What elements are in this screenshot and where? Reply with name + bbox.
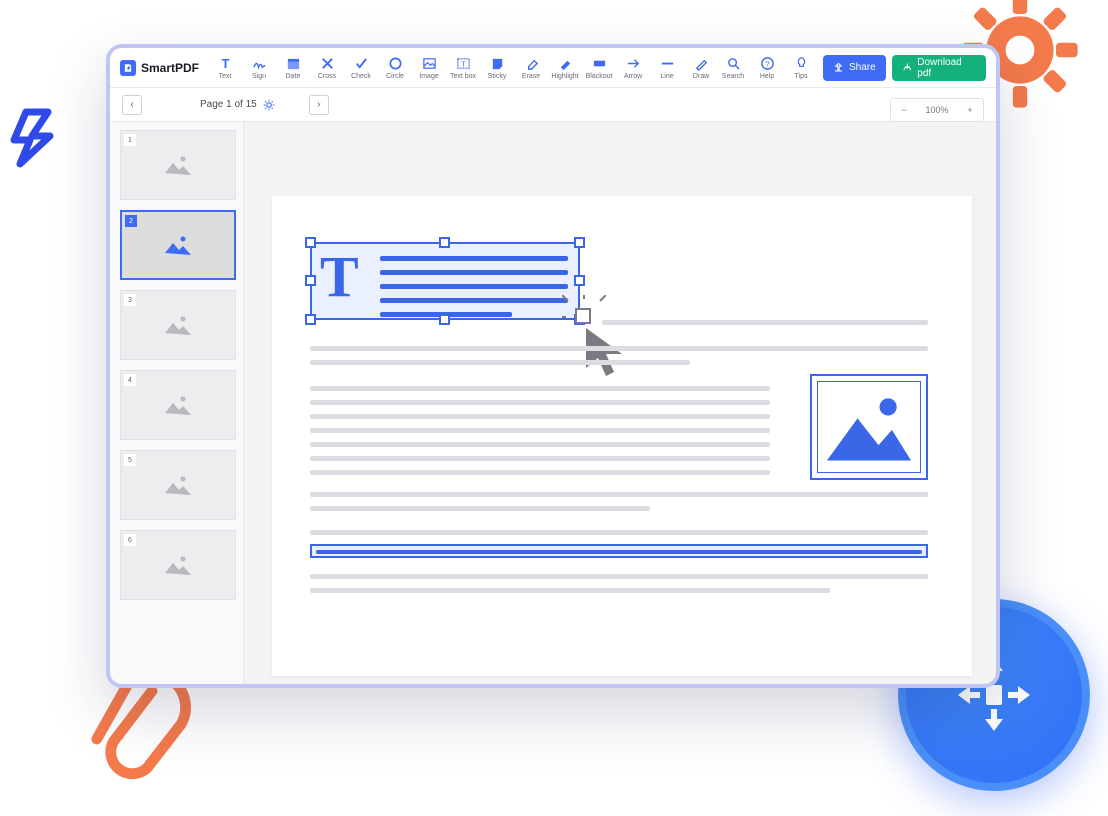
tool-image[interactable]: Image — [413, 51, 445, 85]
resize-handle[interactable] — [305, 314, 316, 325]
thumb-4[interactable]: 4 — [120, 370, 236, 440]
tool-erase[interactable]: Erase — [515, 51, 547, 85]
app-logo: SmartPDF — [120, 60, 199, 76]
tool-blackout[interactable]: Blackout — [583, 51, 615, 85]
cursor-icon — [582, 324, 634, 389]
share-button[interactable]: Share — [823, 55, 886, 81]
help-group: Search ?Help Tips — [717, 51, 817, 85]
svg-text:T: T — [461, 59, 466, 68]
tool-help[interactable]: ?Help — [751, 51, 783, 85]
logo-icon — [120, 60, 136, 76]
resize-handle[interactable] — [439, 314, 450, 325]
canvas[interactable]: T — [244, 122, 996, 684]
tool-sticky[interactable]: Sticky — [481, 51, 513, 85]
app-window: SmartPDF TText Sign Date Cross Check Cir… — [106, 44, 1000, 688]
zoom-value: 100% — [917, 105, 957, 115]
zoom-control: − 100% + — [890, 98, 984, 122]
thumb-5[interactable]: 5 — [120, 450, 236, 520]
tool-text[interactable]: TText — [209, 51, 241, 85]
prev-page-button[interactable]: ‹ — [122, 95, 142, 115]
svg-text:?: ? — [765, 59, 769, 68]
next-page-button[interactable]: › — [309, 95, 329, 115]
tool-tips[interactable]: Tips — [785, 51, 817, 85]
tool-textbox[interactable]: TText box — [447, 51, 479, 85]
thumb-2[interactable]: 2 — [120, 210, 236, 280]
resize-handle[interactable] — [305, 275, 316, 286]
resize-handle[interactable] — [574, 237, 585, 248]
tool-draw[interactable]: Draw — [685, 51, 717, 85]
tool-highlight[interactable]: Highlight — [549, 51, 581, 85]
resize-handle[interactable] — [574, 275, 585, 286]
resize-handle[interactable] — [305, 237, 316, 248]
zoom-in-button[interactable]: + — [957, 105, 983, 115]
thumb-3[interactable]: 3 — [120, 290, 236, 360]
page-bar: ‹ Page 1 of 15 › — [110, 88, 996, 122]
tool-sign[interactable]: Sign — [243, 51, 275, 85]
tool-cross[interactable]: Cross — [311, 51, 343, 85]
thumb-6[interactable]: 6 — [120, 530, 236, 600]
highlight-annotation[interactable] — [310, 544, 928, 558]
tools-group: TText Sign Date Cross Check Circle Image… — [209, 51, 717, 85]
zoom-out-button[interactable]: − — [891, 105, 917, 115]
image-icon — [821, 384, 917, 470]
share-icon — [833, 62, 844, 73]
toolbar: SmartPDF TText Sign Date Cross Check Cir… — [110, 48, 996, 88]
download-button[interactable]: Download pdf — [892, 55, 986, 81]
drop-cap-icon: T — [320, 252, 359, 301]
tool-line[interactable]: Line — [651, 51, 683, 85]
tool-circle[interactable]: Circle — [379, 51, 411, 85]
page-indicator: Page 1 of 15 — [200, 99, 275, 111]
tool-date[interactable]: Date — [277, 51, 309, 85]
decorative-bolt-icon — [6, 108, 66, 164]
app-name: SmartPDF — [141, 61, 199, 75]
thumbnail-panel: 1 2 3 4 5 6 — [110, 122, 244, 684]
resize-handle[interactable] — [439, 237, 450, 248]
document-page[interactable]: T — [272, 196, 972, 676]
image-placeholder[interactable] — [810, 374, 928, 480]
svg-text:T: T — [221, 56, 229, 71]
thumb-1[interactable]: 1 — [120, 130, 236, 200]
tool-search[interactable]: Search — [717, 51, 749, 85]
settings-icon[interactable] — [263, 99, 275, 111]
text-lines-icon — [380, 256, 568, 326]
selected-text-frame[interactable]: T — [310, 242, 580, 320]
download-icon — [902, 62, 913, 73]
tool-check[interactable]: Check — [345, 51, 377, 85]
tool-arrow[interactable]: Arrow — [617, 51, 649, 85]
